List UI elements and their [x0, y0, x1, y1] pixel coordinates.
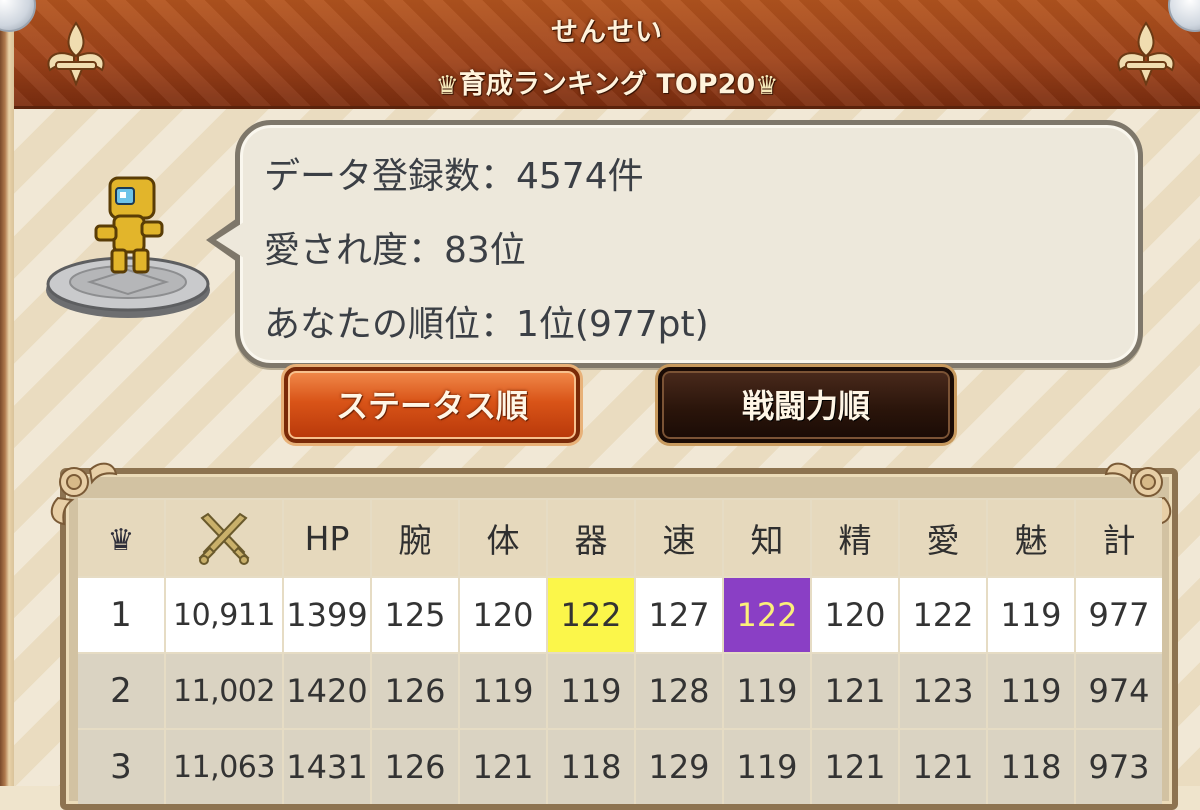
rank-cell: 2 — [78, 652, 165, 729]
table-row[interactable]: 2 11,002 1420 126 119 119 128 119 121 12… — [78, 652, 1162, 729]
header-title: せんせい — [551, 17, 663, 48]
dex-cell: 119 — [546, 652, 635, 729]
crossed-swords-icon — [198, 512, 250, 565]
dex-cell: 118 — [546, 728, 635, 804]
str-cell: 126 — [370, 728, 459, 804]
int-column-header: 知 — [722, 498, 811, 577]
speech-bubble-tail-inner — [216, 222, 244, 258]
power-cell: 11,063 — [164, 728, 283, 804]
table-header-row: ♛ HP 腕 体 器 速 知 精 愛 魅 計 — [78, 498, 1162, 577]
love-cell: 123 — [898, 652, 987, 729]
love-column-header: 愛 — [898, 498, 987, 577]
ranking-table: ♛ HP 腕 体 器 速 知 精 愛 魅 計 1 10,911 1399 125… — [78, 498, 1162, 804]
charm-cell: 119 — [986, 652, 1075, 729]
rank-cell: 3 — [78, 728, 165, 804]
spd-cell: 127 — [634, 576, 723, 653]
info-bubble: データ登録数：4574件 愛され度：83位 あなたの順位：1位(977pt) — [235, 120, 1143, 368]
love-cell: 122 — [898, 576, 987, 653]
mnd-cell: 121 — [810, 652, 899, 729]
power-column-header — [164, 498, 283, 577]
ranking-title: 育成ランキング TOP20 — [458, 69, 756, 100]
mnd-cell: 121 — [810, 728, 899, 804]
charm-cell: 119 — [986, 576, 1075, 653]
total-column-header: 計 — [1074, 498, 1162, 577]
vit-cell: 120 — [458, 576, 547, 653]
vit-cell: 121 — [458, 728, 547, 804]
table-row[interactable]: 3 11,063 1431 126 121 118 129 119 121 12… — [78, 728, 1162, 804]
crown-icon: ♛ — [755, 71, 779, 101]
love-cell: 121 — [898, 728, 987, 804]
hp-cell: 1399 — [282, 576, 371, 653]
vit-column-header: 体 — [458, 498, 547, 577]
header-subtitle: ♛育成ランキング TOP20♛ — [14, 62, 1200, 101]
dex-cell: 122 — [546, 576, 635, 653]
popularity-rank: 愛され度：83位 — [264, 230, 526, 271]
total-cell: 973 — [1074, 728, 1162, 804]
hp-cell: 1420 — [282, 652, 371, 729]
str-cell: 125 — [370, 576, 459, 653]
registration-count: データ登録数：4574件 — [264, 156, 644, 197]
str-column-header: 腕 — [370, 498, 459, 577]
sort-by-status-button[interactable]: ステータス順 — [284, 367, 580, 443]
rank-cell: 1 — [78, 576, 165, 653]
vit-cell: 119 — [458, 652, 547, 729]
spd-cell: 129 — [634, 728, 723, 804]
sort-by-power-button[interactable]: 戦闘力順 — [658, 367, 954, 443]
crown-icon: ♛ — [107, 522, 135, 558]
total-cell: 977 — [1074, 576, 1162, 653]
int-cell: 119 — [722, 652, 811, 729]
charm-cell: 118 — [986, 728, 1075, 804]
int-cell: 122 — [722, 576, 811, 653]
table-row[interactable]: 1 10,911 1399 125 120 122 127 122 120 12… — [78, 576, 1162, 653]
fleur-ornament-right-icon — [1117, 21, 1175, 87]
dex-column-header: 器 — [546, 498, 635, 577]
str-cell: 126 — [370, 652, 459, 729]
int-cell: 119 — [722, 728, 811, 804]
hp-cell: 1431 — [282, 728, 371, 804]
crown-icon: ♛ — [435, 71, 459, 101]
character-sprite-icon — [46, 176, 210, 318]
your-rank: あなたの順位：1位(977pt) — [264, 304, 709, 345]
power-cell: 10,911 — [164, 576, 283, 653]
spd-cell: 128 — [634, 652, 723, 729]
charm-column-header: 魅 — [986, 498, 1075, 577]
power-cell: 11,002 — [164, 652, 283, 729]
mnd-cell: 120 — [810, 576, 899, 653]
spd-column-header: 速 — [634, 498, 723, 577]
hp-column-header: HP — [282, 498, 371, 577]
header-bar: せんせい ♛育成ランキング TOP20♛ — [14, 0, 1200, 109]
total-cell: 974 — [1074, 652, 1162, 729]
window-frame-left — [0, 0, 14, 786]
mnd-column-header: 精 — [810, 498, 899, 577]
rank-column-header: ♛ — [78, 498, 165, 577]
